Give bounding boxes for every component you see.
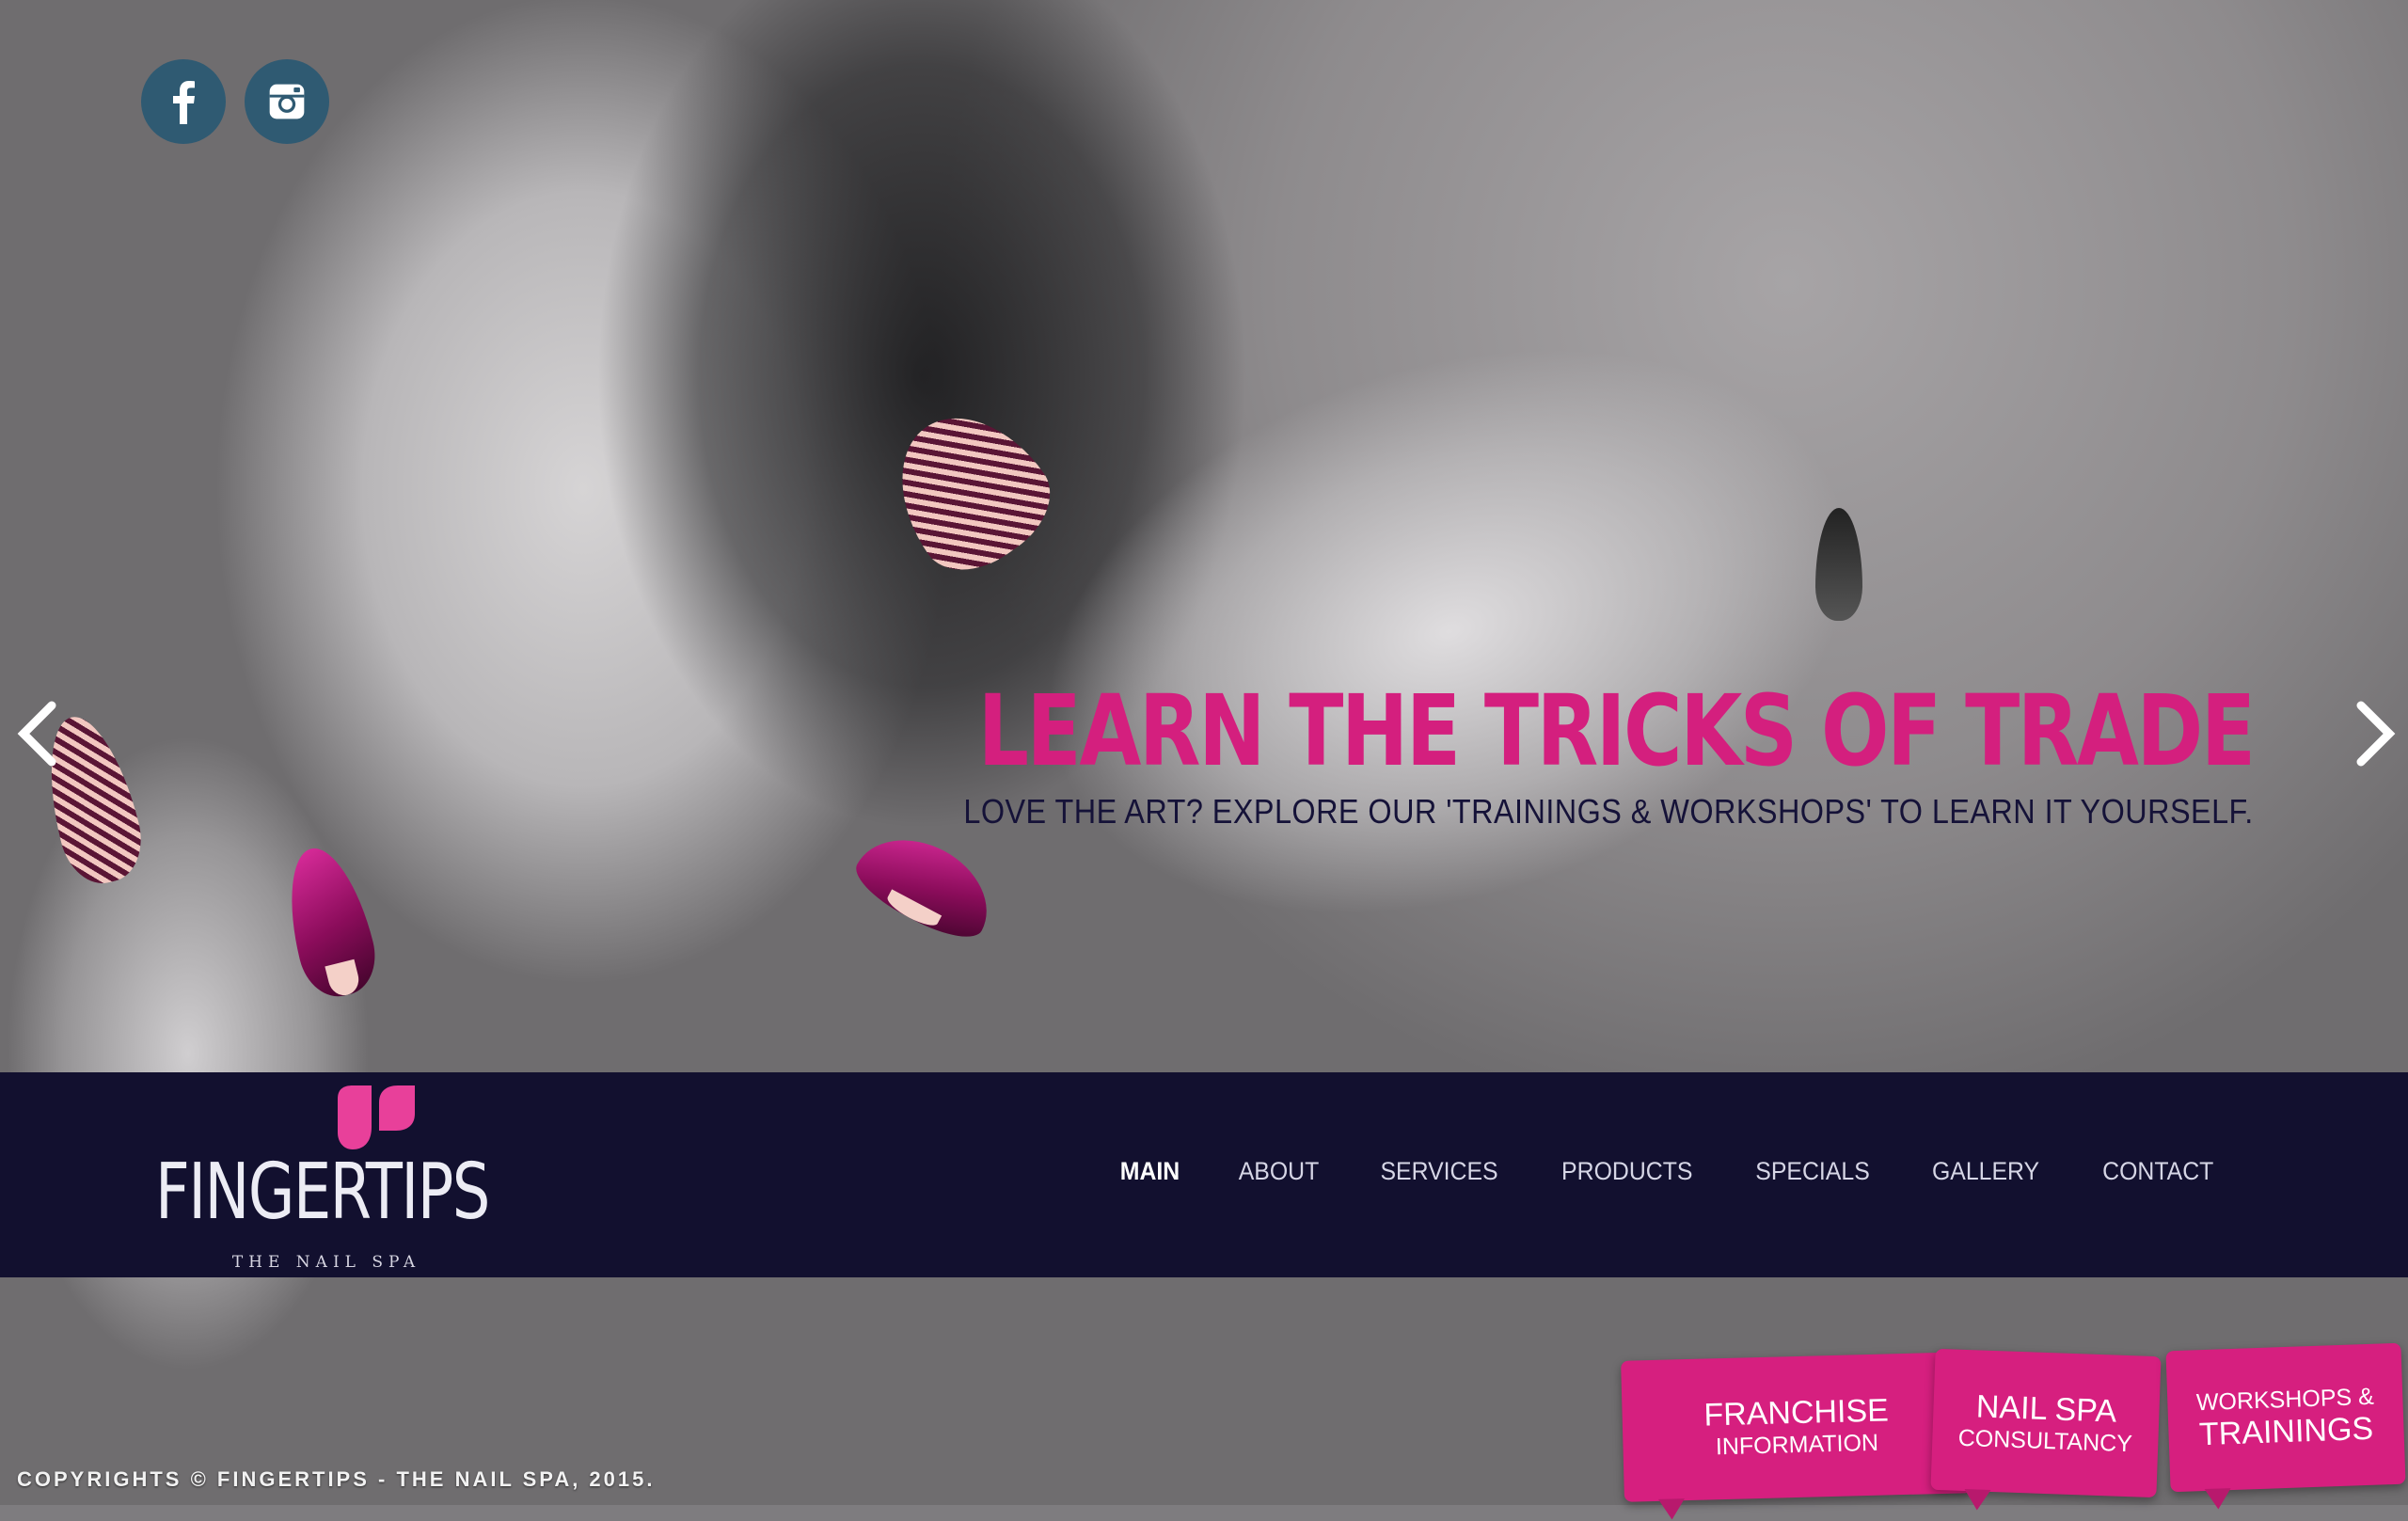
brand-logo[interactable]: FINGERTIPS THE NAIL SPA bbox=[155, 1082, 490, 1272]
workshops-trainings-tag[interactable]: WORKSHOPS & TRAININGS bbox=[2165, 1342, 2406, 1493]
franchise-info-tag[interactable]: FRANCHISE INFORMATION bbox=[1621, 1352, 1972, 1502]
nav-item-contact[interactable]: CONTACT bbox=[2078, 1157, 2238, 1186]
slide-subtext: LOVE THE ART? EXPLORE OUR 'TRAININGS & W… bbox=[963, 792, 2254, 831]
copyright-text: COPYRIGHTS © FINGERTIPS - THE NAIL SPA, … bbox=[17, 1467, 656, 1491]
nav-item-products[interactable]: PRODUCTS bbox=[1537, 1157, 1717, 1186]
tag-line2: TRAININGS bbox=[2198, 1410, 2374, 1453]
tag-line2: CONSULTANCY bbox=[1957, 1424, 2133, 1458]
tag-line1: NAIL SPA bbox=[1975, 1388, 2117, 1430]
quick-link-tags: FRANCHISE INFORMATION NAIL SPA CONSULTAN… bbox=[1621, 1342, 2408, 1505]
nav-item-main[interactable]: MAIN bbox=[1096, 1157, 1204, 1186]
slide-headline: LEARN THE TRICKS OF TRADE bbox=[978, 673, 2256, 788]
slider-prev-button[interactable] bbox=[9, 696, 66, 771]
slider-next-button[interactable] bbox=[2347, 696, 2403, 771]
brand-tagline: THE NAIL SPA bbox=[231, 1253, 421, 1272]
nav-menu: MAIN ABOUT SERVICES PRODUCTS SPECIALS GA… bbox=[1091, 1157, 2244, 1186]
nav-item-about[interactable]: ABOUT bbox=[1214, 1157, 1343, 1186]
tag-line2: INFORMATION bbox=[1715, 1429, 1879, 1461]
facebook-button[interactable] bbox=[141, 59, 226, 144]
chevron-right-icon bbox=[2356, 701, 2396, 767]
facebook-icon bbox=[173, 81, 195, 124]
instagram-icon bbox=[269, 84, 305, 119]
tag-line1: FRANCHISE bbox=[1703, 1392, 1890, 1434]
chevron-left-icon bbox=[17, 701, 56, 767]
nav-item-services[interactable]: SERVICES bbox=[1355, 1157, 1522, 1186]
social-links bbox=[141, 59, 329, 144]
instagram-button[interactable] bbox=[245, 59, 329, 144]
brand-name: FINGERTIPS bbox=[155, 1148, 490, 1237]
logo-mark-icon bbox=[338, 1085, 415, 1149]
slide-caption: LEARN THE TRICKS OF TRADE LOVE THE ART? … bbox=[698, 673, 2257, 832]
nail-spa-consultancy-tag[interactable]: NAIL SPA CONSULTANCY bbox=[1930, 1348, 2162, 1498]
nav-item-specials[interactable]: SPECIALS bbox=[1732, 1157, 1894, 1186]
nav-item-gallery[interactable]: GALLERY bbox=[1909, 1157, 2065, 1186]
